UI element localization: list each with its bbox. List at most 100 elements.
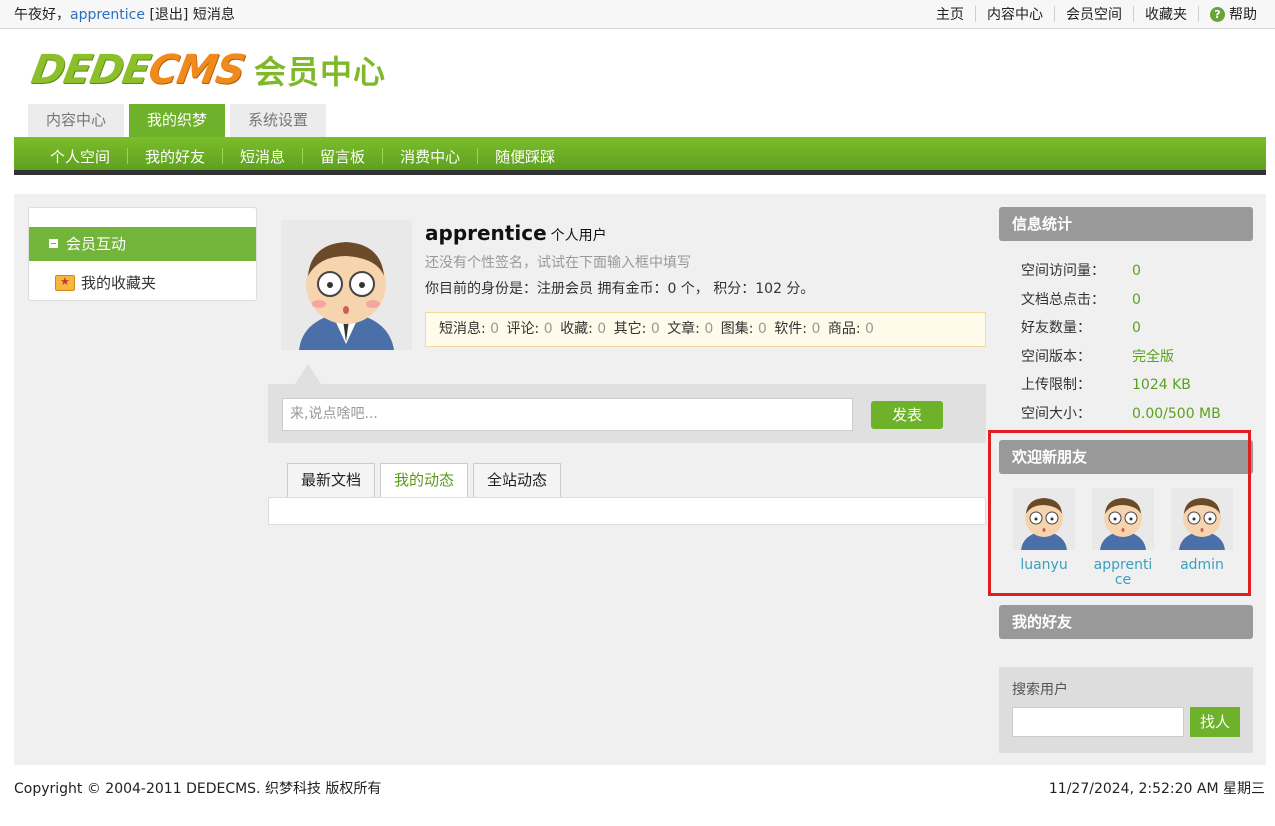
- post-button[interactable]: 发表: [871, 401, 943, 429]
- divider: [477, 148, 479, 164]
- info-row: 空间访问量： 0: [1021, 260, 1221, 289]
- divider: [222, 148, 224, 164]
- top-link-home[interactable]: 主页: [936, 4, 964, 24]
- main-tabs: 内容中心 我的织梦 系统设置: [28, 104, 331, 137]
- stat-label: 短消息:: [439, 321, 486, 337]
- top-link-content-center[interactable]: 内容中心: [987, 4, 1043, 24]
- tab-content-center[interactable]: 内容中心: [28, 104, 125, 137]
- divider: [127, 148, 129, 164]
- sub-nav: 个人空间 我的好友 短消息 留言板 消费中心 随便踩踩: [14, 137, 1266, 175]
- nav-messages[interactable]: 短消息: [240, 146, 285, 167]
- nav-random-visit[interactable]: 随便踩踩: [495, 146, 555, 167]
- user-type: 个人用户: [550, 228, 607, 244]
- info-key: 空间版本：: [1021, 348, 1091, 365]
- datetime: 11/27/2024, 2:52:20 AM 星期三: [1048, 781, 1265, 797]
- top-bar: 午夜好，apprentice [退出] 短消息 主页 内容中心 会员空间 收藏夹…: [0, 0, 1275, 29]
- stat-value[interactable]: 0: [490, 321, 499, 337]
- info-key: 好友数量：: [1021, 320, 1091, 337]
- sidebar-item-label: 我的收藏夹: [81, 274, 157, 292]
- stat-value[interactable]: 0: [704, 321, 713, 337]
- stat-value[interactable]: 0: [544, 321, 553, 337]
- post-box: 来,说点啥吧... 发表: [268, 384, 986, 443]
- stat-value[interactable]: 0: [811, 321, 820, 337]
- divider: [382, 148, 384, 164]
- stat-label: 软件:: [774, 321, 807, 337]
- site-logo[interactable]: DEDE CMS 会员中心: [28, 46, 387, 94]
- sidebar-group-label: 会员互动: [66, 235, 127, 253]
- username-link[interactable]: apprentice: [70, 7, 145, 23]
- info-row: 好友数量： 0: [1021, 317, 1221, 346]
- logo-dede: DEDE: [27, 47, 154, 93]
- stat-label: 评论:: [506, 321, 540, 337]
- info-stats-list: 空间访问量： 0 文档总点击： 0 好友数量： 0 空间版本： 完全版 上传限制： 102…: [1021, 260, 1221, 432]
- info-value: 0: [1132, 263, 1141, 279]
- stat-value[interactable]: 0: [758, 321, 767, 337]
- logo-cms: CMS: [145, 47, 249, 93]
- divider: [302, 148, 304, 164]
- top-link-help[interactable]: 帮助: [1229, 4, 1257, 24]
- tab-latest-docs[interactable]: 最新文档: [287, 463, 376, 497]
- post-pointer: [295, 364, 321, 384]
- tab-site-activity[interactable]: 全站动态: [473, 463, 562, 497]
- stat-value[interactable]: 0: [865, 321, 874, 337]
- highlight-box: [988, 430, 1251, 596]
- feed-tabs: 最新文档 我的动态 全站动态: [287, 463, 566, 498]
- divider: [975, 6, 976, 22]
- stat-value[interactable]: 0: [651, 321, 660, 337]
- feed-content: [268, 497, 986, 525]
- info-value: 0: [1132, 291, 1141, 308]
- stat-label: 文章:: [667, 321, 700, 337]
- info-row: 空间大小： 0.00/500 MB: [1021, 403, 1221, 432]
- tab-system-settings[interactable]: 系统设置: [230, 104, 327, 137]
- stat-value[interactable]: 0: [597, 321, 606, 337]
- top-link-member-space[interactable]: 会员空间: [1066, 4, 1122, 24]
- nav-my-friends[interactable]: 我的好友: [145, 146, 205, 167]
- info-row: 空间版本： 完全版: [1021, 346, 1221, 375]
- activity-stats: 短消息: 0 评论: 0 收藏: 0 其它: 0 文章: 0 图集: 0 软件:…: [425, 312, 986, 347]
- profile-username: apprentice 个人用户: [425, 221, 607, 245]
- help-icon[interactable]: ?: [1210, 6, 1225, 22]
- sidebar-group-member-interaction[interactable]: 会员互动: [29, 227, 256, 261]
- search-button[interactable]: 找人: [1190, 707, 1240, 737]
- tab-my-dedecms[interactable]: 我的织梦: [129, 104, 226, 137]
- messages-link[interactable]: 短消息: [193, 7, 235, 23]
- divider: [1133, 6, 1134, 22]
- nav-guestbook[interactable]: 留言板: [320, 146, 365, 167]
- info-key: 文档总点击：: [1021, 291, 1105, 308]
- copyright: Copyright © 2004-2011 DEDECMS. 织梦科技 版权所有: [14, 781, 382, 797]
- collapse-icon[interactable]: [49, 239, 58, 248]
- stat-label: 其它:: [613, 321, 647, 337]
- tab-my-activity[interactable]: 我的动态: [380, 463, 469, 498]
- search-label: 搜索用户: [1012, 682, 1068, 698]
- profile-username-text: apprentice: [425, 221, 547, 245]
- greeting-text: 午夜好，: [14, 7, 70, 23]
- avatar[interactable]: [281, 220, 412, 350]
- search-input[interactable]: [1012, 707, 1184, 737]
- sidebar-item-my-favorites[interactable]: 我的收藏夹: [55, 272, 156, 293]
- info-value: 0.00/500 MB: [1132, 405, 1221, 422]
- identity-text: 你目前的身份是：注册会员 拥有金币：0 个， 积分：102 分。: [425, 281, 815, 297]
- stat-label: 图集:: [720, 321, 754, 337]
- post-input[interactable]: 来,说点啥吧...: [282, 398, 853, 431]
- info-row: 文档总点击： 0: [1021, 289, 1221, 318]
- user-search: 搜索用户 找人: [999, 667, 1253, 753]
- signature: 还没有个性签名，试试在下面输入框中填写: [425, 255, 691, 271]
- favorites-folder-icon: [55, 274, 75, 291]
- info-value: 1024 KB: [1132, 377, 1191, 394]
- greeting-area: 午夜好，apprentice [退出] 短消息: [14, 4, 235, 24]
- my-friends-header: 我的好友: [999, 605, 1253, 639]
- info-row: 上传限制： 1024 KB: [1021, 374, 1221, 403]
- info-stats-header: 信息统计: [999, 207, 1253, 241]
- nav-consumption-center[interactable]: 消费中心: [400, 146, 460, 167]
- top-links: 主页 内容中心 会员空间 收藏夹 ? 帮助: [936, 4, 1257, 24]
- stat-label: 收藏:: [560, 321, 593, 337]
- info-value: 完全版: [1132, 348, 1174, 365]
- top-link-favorites[interactable]: 收藏夹: [1145, 4, 1187, 24]
- info-key: 空间大小：: [1021, 405, 1091, 422]
- nav-personal-space[interactable]: 个人空间: [50, 146, 110, 167]
- stat-label: 商品:: [827, 321, 861, 337]
- info-value: 0: [1132, 320, 1141, 337]
- logo-member-center: 会员中心: [254, 53, 387, 91]
- divider: [1054, 6, 1055, 22]
- logout-link[interactable]: [退出]: [149, 7, 188, 23]
